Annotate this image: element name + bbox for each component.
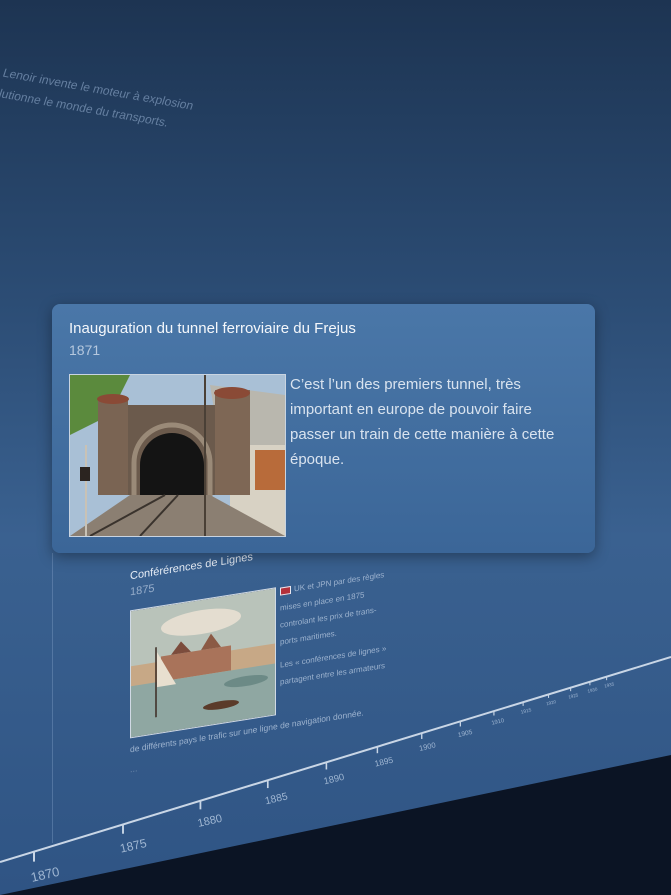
timeline-tick-label: 1930 <box>587 686 598 693</box>
timeline-tick-label: 1885 <box>264 791 289 807</box>
timeline-tick-label: 1880 <box>196 813 223 830</box>
event-text-intro: UK et JPN par des règles mises en place … <box>280 565 392 651</box>
event-year: 1875 <box>130 582 155 599</box>
timeline-tick-label: 1905 <box>457 729 473 739</box>
event-title: Inauguration du tunnel ferroviaire du Fr… <box>69 320 356 337</box>
timeline-tick-label: 1900 <box>418 740 436 753</box>
event-text-intro-content: UK et JPN par des règles mises en place … <box>280 570 385 647</box>
event-description: C’est l’un des premiers tunnel, très imp… <box>290 376 555 468</box>
event-card-frejus[interactable]: Inauguration du tunnel ferroviaire du Fr… <box>52 304 595 553</box>
timeline-tick-label: 1935 <box>604 681 615 688</box>
timeline-tick-label: 1915 <box>520 707 532 715</box>
event-more-ellipsis[interactable]: ... <box>130 763 138 774</box>
timeline-tick-label: 1890 <box>322 771 345 786</box>
railway-tunnel-image <box>69 374 286 537</box>
timeline-tick-label: 1875 <box>119 836 149 856</box>
timeline-tick-label: 1870 <box>29 864 61 885</box>
timeline-tick-label: 1925 <box>568 692 579 699</box>
uk-flag-icon <box>280 585 291 596</box>
event-title: Conférérences de Lignes <box>130 550 253 583</box>
timeline-tick-label: 1920 <box>546 699 557 706</box>
timeline-tick-label: 1910 <box>491 718 505 727</box>
event-card-conferences[interactable]: Conférérences de Lignes 1875 UK et JPN p… <box>120 516 400 800</box>
harbor-painting-image <box>130 587 276 739</box>
event-year: 1871 <box>69 342 101 358</box>
